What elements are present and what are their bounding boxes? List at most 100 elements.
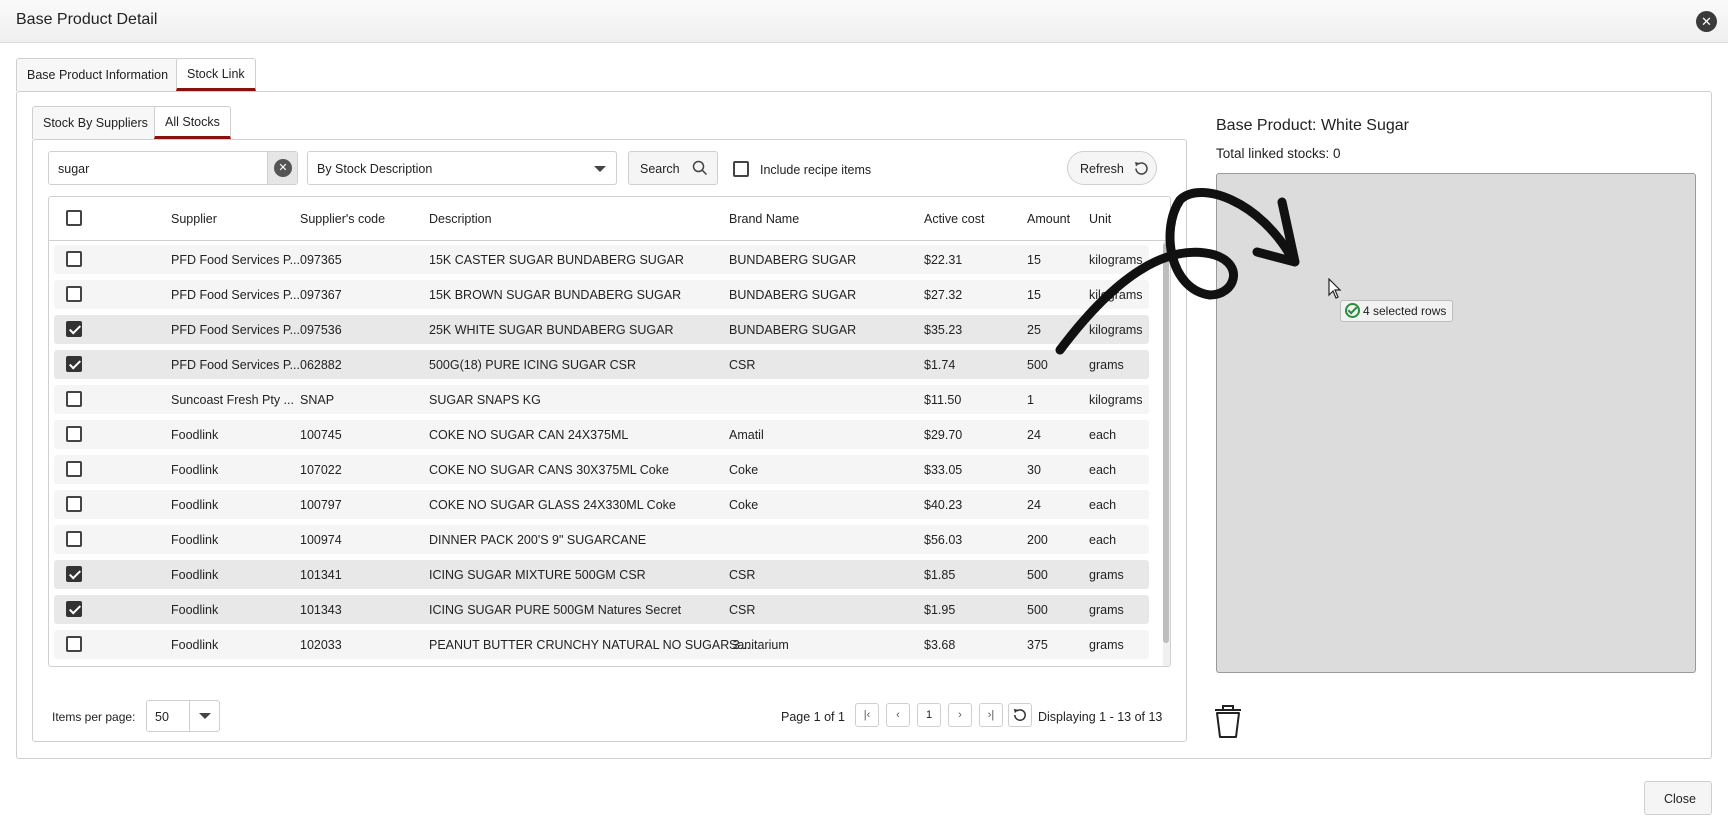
cell-unit: grams [1089, 638, 1124, 652]
first-page-button[interactable]: |‹ [855, 703, 879, 727]
table-row[interactable]: PFD Food Services P... 062882 500G(18) PUR… [54, 350, 1149, 379]
row-checkbox[interactable] [66, 531, 82, 547]
cell-brand: BUNDABERG SUGAR [729, 288, 857, 302]
cell-description: COKE NO SUGAR CAN 24X375ML [429, 428, 629, 442]
cell-supplier: Foodlink [171, 428, 219, 442]
trash-icon[interactable] [1213, 703, 1243, 739]
cell-code: 062882 [300, 358, 342, 372]
items-per-page-value: 50 [155, 710, 169, 724]
cell-cost: $1.95 [924, 603, 956, 617]
tab-base-product-information[interactable]: Base Product Information [16, 58, 180, 91]
cell-code: SNAP [300, 393, 335, 407]
prev-page-button[interactable]: ‹ [886, 703, 910, 727]
row-checkbox[interactable] [66, 601, 82, 617]
cell-supplier: Suncoast Fresh Pty ... [171, 393, 294, 407]
drag-selection-label: 4 selected rows [1363, 304, 1447, 318]
drag-selection-chip: 4 selected rows [1340, 300, 1454, 322]
search-input[interactable]: sugar ✕ [48, 151, 298, 185]
include-recipe-label: Include recipe items [760, 163, 872, 177]
table-row[interactable]: Suncoast Fresh Pty ... SNAP SUGAR SNAPS KG… [54, 385, 1149, 414]
search-by-value: By Stock Description [317, 162, 433, 176]
cell-code: 101343 [300, 603, 342, 617]
cell-amount: 1 [1027, 393, 1034, 407]
close-dialog-icon[interactable]: ✕ [1696, 11, 1717, 32]
cell-supplier: PFD Food Services P... [171, 253, 300, 267]
total-linked-stocks: Total linked stocks: 0 [1216, 146, 1341, 161]
cell-code: 107022 [300, 463, 342, 477]
row-checkbox[interactable] [66, 391, 82, 407]
dialog-titlebar: Base Product Detail ✕ [0, 0, 1728, 43]
cell-description: 15K CASTER SUGAR BUNDABERG SUGAR [429, 253, 684, 267]
cell-code: 097367 [300, 288, 342, 302]
cell-brand: CSR [729, 568, 756, 582]
tab-stock-by-suppliers[interactable]: Stock By Suppliers [32, 106, 159, 139]
row-checkbox[interactable] [66, 321, 82, 337]
table-row[interactable]: Foodlink 100974 DINNER PACK 200'S 9" SUGAR… [54, 525, 1149, 554]
cell-code: 100797 [300, 498, 342, 512]
row-checkbox[interactable] [66, 356, 82, 372]
column-header-supplier-code[interactable]: Supplier's code [300, 212, 385, 226]
cell-unit: grams [1089, 603, 1124, 617]
cell-amount: 15 [1027, 288, 1041, 302]
row-checkbox[interactable] [66, 286, 82, 302]
cell-amount: 24 [1027, 428, 1041, 442]
cell-supplier: PFD Food Services P... [171, 358, 300, 372]
next-page-button[interactable]: › [948, 703, 972, 727]
row-checkbox[interactable] [66, 496, 82, 512]
cell-cost: $3.68 [924, 638, 956, 652]
cell-brand: Amatil [729, 428, 764, 442]
page-info: Page 1 of 1 [781, 710, 845, 724]
cell-amount: 15 [1027, 253, 1041, 267]
cell-supplier: Foodlink [171, 568, 219, 582]
last-page-button[interactable]: ›| [979, 703, 1003, 727]
cell-code: 100974 [300, 533, 342, 547]
cell-code: 097365 [300, 253, 342, 267]
column-header-description[interactable]: Description [429, 212, 492, 226]
row-checkbox[interactable] [66, 566, 82, 582]
items-per-page-select[interactable]: 50 [146, 700, 220, 732]
cell-brand: Sanitarium [729, 638, 789, 652]
drag-arrow-annotation [1055, 188, 1300, 355]
cell-supplier: Foodlink [171, 603, 219, 617]
search-button[interactable]: Search [628, 151, 718, 185]
table-row[interactable]: Foodlink 101341 ICING SUGAR MIXTURE 500GM … [54, 560, 1149, 589]
current-page-button[interactable]: 1 [917, 703, 941, 727]
row-checkbox[interactable] [66, 426, 82, 442]
items-per-page-toggle[interactable] [189, 701, 219, 731]
close-button[interactable]: Close [1644, 781, 1712, 815]
cell-brand: Coke [729, 463, 759, 477]
cell-amount: 375 [1027, 638, 1048, 652]
table-row[interactable]: PFD Food Services P... 097367 15K BROWN SU… [54, 280, 1149, 309]
cell-brand: BUNDABERG SUGAR [729, 323, 857, 337]
table-row[interactable]: Foodlink 102033 PEANUT BUTTER CRUNCHY NATU… [54, 630, 1149, 659]
search-input-value: sugar [58, 162, 90, 176]
cell-cost: $11.50 [924, 393, 962, 407]
row-checkbox[interactable] [66, 636, 82, 652]
table-row[interactable]: Foodlink 100797 COKE NO SUGAR GLASS 24X330… [54, 490, 1149, 519]
pager-refresh-button[interactable] [1008, 703, 1032, 727]
search-by-dropdown[interactable]: By Stock Description [307, 151, 617, 185]
clear-search-button[interactable]: ✕ [267, 152, 297, 184]
cell-cost: $29.70 [924, 428, 963, 442]
refresh-icon [1135, 162, 1148, 175]
table-row[interactable]: Foodlink 101343 ICING SUGAR PURE 500GM Nat… [54, 595, 1149, 624]
cell-code: 097536 [300, 323, 342, 337]
column-header-active-cost[interactable]: Active cost [924, 212, 984, 226]
cell-amount: 200 [1027, 533, 1048, 547]
column-header-brand-name[interactable]: Brand Name [729, 212, 799, 226]
tab-all-stocks[interactable]: All Stocks [154, 106, 231, 139]
select-all-checkbox[interactable] [66, 210, 82, 226]
cell-supplier: Foodlink [171, 463, 219, 477]
include-recipe-checkbox[interactable] [733, 161, 749, 177]
table-row[interactable]: PFD Food Services P... 097536 25K WHITE SU… [54, 315, 1149, 344]
row-checkbox[interactable] [66, 251, 82, 267]
column-header-supplier[interactable]: Supplier [171, 212, 217, 226]
tab-stock-link[interactable]: Stock Link [176, 58, 256, 91]
cell-unit: each [1089, 428, 1117, 442]
cell-supplier: Foodlink [171, 638, 219, 652]
table-row[interactable]: PFD Food Services P... 097365 15K CASTER S… [54, 245, 1149, 274]
table-row[interactable]: Foodlink 107022 COKE NO SUGAR CANS 30X375M… [54, 455, 1149, 484]
table-row[interactable]: Foodlink 100745 COKE NO SUGAR CAN 24X375ML… [54, 420, 1149, 449]
cell-description: 15K BROWN SUGAR BUNDABERG SUGAR [429, 288, 682, 302]
row-checkbox[interactable] [66, 461, 82, 477]
